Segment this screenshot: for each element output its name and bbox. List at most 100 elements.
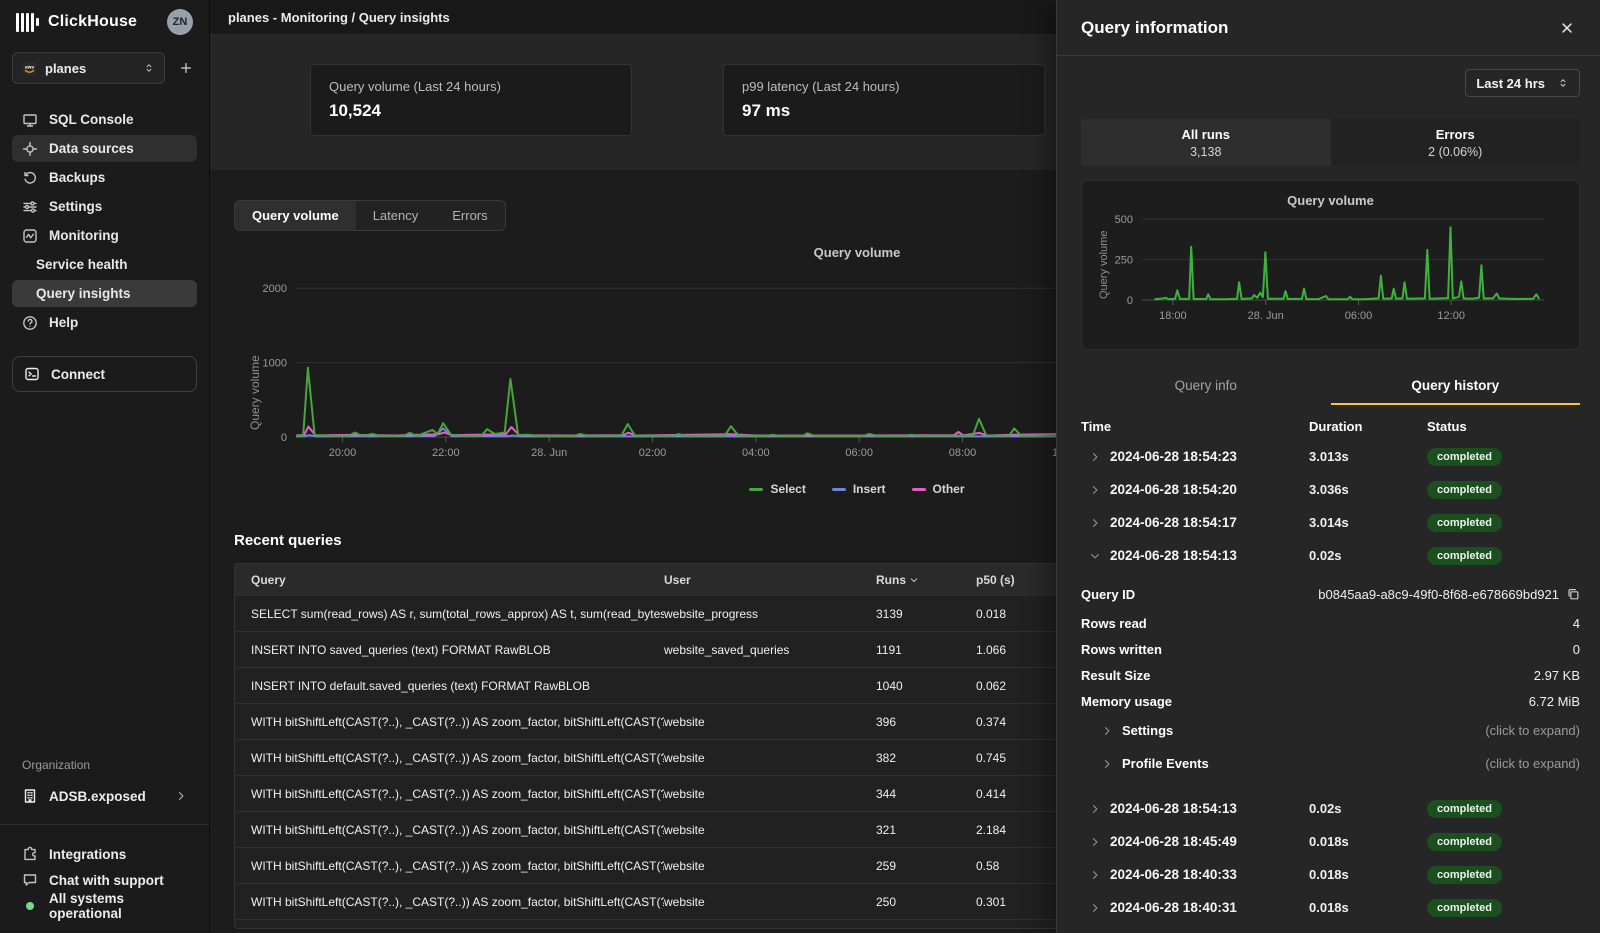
svg-text:20:00: 20:00 <box>329 447 357 459</box>
query-information-drawer: Query information Last 24 hrs All runs 3… <box>1056 0 1600 933</box>
history-row[interactable]: 2024-06-28 18:45:49 0.018s completed <box>1081 825 1580 858</box>
svg-text:28. Jun: 28. Jun <box>531 447 567 459</box>
chevron-right-icon <box>1089 836 1101 848</box>
system-status[interactable]: All systems operational <box>12 893 197 919</box>
app-title: ClickHouse <box>48 13 137 31</box>
sidebar-item-help[interactable]: Help <box>12 309 197 336</box>
organization-switcher[interactable]: ADSB.exposed <box>12 782 197 810</box>
puzzle-icon <box>22 846 38 862</box>
svg-text:12:00: 12:00 <box>1437 310 1465 322</box>
drawer-title: Query information <box>1081 18 1228 38</box>
memory-usage-row: Memory usage 6.72 MiB <box>1081 688 1580 714</box>
mini-query-volume-chart: 025050018:0028. Jun06:0012:00 <box>1082 208 1579 335</box>
restore-icon <box>22 170 38 186</box>
chevron-right-icon <box>1089 869 1101 881</box>
chevron-down-icon <box>1089 550 1101 562</box>
chart-ylabel: Query volume <box>248 355 262 430</box>
history-row[interactable]: 2024-06-28 18:40:33 0.018s completed <box>1081 858 1580 891</box>
svg-text:2000: 2000 <box>263 283 287 295</box>
sidebar-nav: SQL Console Data sources Backups Setting… <box>12 106 197 336</box>
svg-text:28. Jun: 28. Jun <box>1248 310 1284 322</box>
data-sources-icon <box>22 141 38 157</box>
breadcrumb: planes - Monitoring / Query insights <box>228 10 450 25</box>
history-row[interactable]: 2024-06-28 18:54:20 3.036s completed <box>1081 473 1580 506</box>
copy-query-id-button[interactable] <box>1566 587 1580 601</box>
history-row[interactable]: 2024-06-28 18:54:17 3.014s completed <box>1081 506 1580 539</box>
chevron-right-icon <box>1089 517 1101 529</box>
chevron-right-icon <box>175 790 187 802</box>
legend-select[interactable]: Select <box>749 482 805 496</box>
drawer-body: Last 24 hrs All runs 3,138 Errors 2 (0.0… <box>1057 56 1600 933</box>
svg-text:22:00: 22:00 <box>432 447 460 459</box>
chevron-up-down-icon <box>1557 77 1569 89</box>
status-dot-icon <box>26 902 34 910</box>
sidebar-item-query-insights[interactable]: Query insights <box>12 280 197 307</box>
clickhouse-logo-icon <box>16 12 39 32</box>
service-selector[interactable]: planes <box>12 52 165 84</box>
select-swatch-icon <box>749 488 763 491</box>
sidebar-item-sql-console[interactable]: SQL Console <box>12 106 197 133</box>
plus-icon <box>179 61 193 75</box>
chevron-right-icon <box>1101 725 1113 737</box>
sidebar-item-backups[interactable]: Backups <box>12 164 197 191</box>
sidebar-item-chat-support[interactable]: Chat with support <box>12 867 197 893</box>
svg-text:0: 0 <box>1127 295 1133 307</box>
chevron-right-icon <box>1089 902 1101 914</box>
svg-text:02:00: 02:00 <box>639 447 667 459</box>
svg-text:250: 250 <box>1115 255 1133 267</box>
app-window: ClickHouse ZN planes SQL Console Data so… <box>0 0 1600 933</box>
svg-text:06:00: 06:00 <box>1345 310 1373 322</box>
user-avatar[interactable]: ZN <box>167 9 193 35</box>
sidebar-item-monitoring[interactable]: Monitoring <box>12 222 197 249</box>
sidebar-item-data-sources[interactable]: Data sources <box>12 135 197 162</box>
sidebar-item-settings[interactable]: Settings <box>12 193 197 220</box>
sidebar-item-service-health[interactable]: Service health <box>12 251 197 278</box>
tab-query-volume[interactable]: Query volume <box>235 201 356 230</box>
status-badge: completed <box>1427 547 1502 565</box>
chevron-right-icon <box>1089 451 1101 463</box>
sidebar-item-integrations[interactable]: Integrations <box>12 841 197 867</box>
insert-swatch-icon <box>832 488 846 491</box>
svg-text:08:00: 08:00 <box>949 447 977 459</box>
chevron-up-down-icon <box>143 62 155 74</box>
chevron-right-icon <box>1089 484 1101 496</box>
terminal-icon <box>24 366 40 382</box>
other-swatch-icon <box>912 488 926 491</box>
sort-desc-icon <box>909 575 919 585</box>
add-service-button[interactable] <box>175 57 197 79</box>
status-badge: completed <box>1427 866 1502 884</box>
history-row[interactable]: 2024-06-28 18:54:23 3.013s completed <box>1081 440 1580 473</box>
history-table-header: Time Duration Status <box>1081 419 1580 440</box>
connect-button[interactable]: Connect <box>12 356 197 392</box>
history-row[interactable]: 2024-06-28 18:40:31 0.018s completed <box>1081 891 1580 924</box>
time-range-select[interactable]: Last 24 hrs <box>1465 69 1580 97</box>
organization-name: ADSB.exposed <box>49 789 146 804</box>
settings-expander[interactable]: Settings (click to expand) <box>1081 714 1580 747</box>
status-badge: completed <box>1427 800 1502 818</box>
close-drawer-button[interactable] <box>1556 17 1578 39</box>
result-size-row: Result Size 2.97 KB <box>1081 662 1580 688</box>
svg-text:04:00: 04:00 <box>742 447 770 459</box>
query-volume-stat-card: Query volume (Last 24 hours) 10,524 <box>310 64 632 136</box>
tab-query-history[interactable]: Query history <box>1331 370 1581 405</box>
drawer-header: Query information <box>1057 0 1600 56</box>
tab-latency[interactable]: Latency <box>356 201 436 230</box>
tab-errors[interactable]: Errors 2 (0.06%) <box>1331 119 1581 166</box>
tab-query-info[interactable]: Query info <box>1081 370 1331 405</box>
svg-text:1000: 1000 <box>263 358 287 370</box>
aws-icon <box>22 61 37 76</box>
help-icon <box>22 315 38 331</box>
svg-text:06:00: 06:00 <box>845 447 873 459</box>
status-badge: completed <box>1427 514 1502 532</box>
legend-other[interactable]: Other <box>912 482 965 496</box>
legend-insert[interactable]: Insert <box>832 482 886 496</box>
divider <box>0 824 209 825</box>
history-row[interactable]: 2024-06-28 18:54:13 0.02s completed <box>1081 792 1580 825</box>
tab-errors[interactable]: Errors <box>435 201 504 230</box>
profile-events-expander[interactable]: Profile Events (click to expand) <box>1081 747 1580 780</box>
history-row-expanded[interactable]: 2024-06-28 18:54:13 0.02s completed <box>1081 539 1580 572</box>
sort-runs-button[interactable]: Runs <box>876 573 919 587</box>
svg-text:0: 0 <box>281 432 287 444</box>
tab-all-runs[interactable]: All runs 3,138 <box>1081 119 1331 166</box>
building-icon <box>22 788 38 804</box>
